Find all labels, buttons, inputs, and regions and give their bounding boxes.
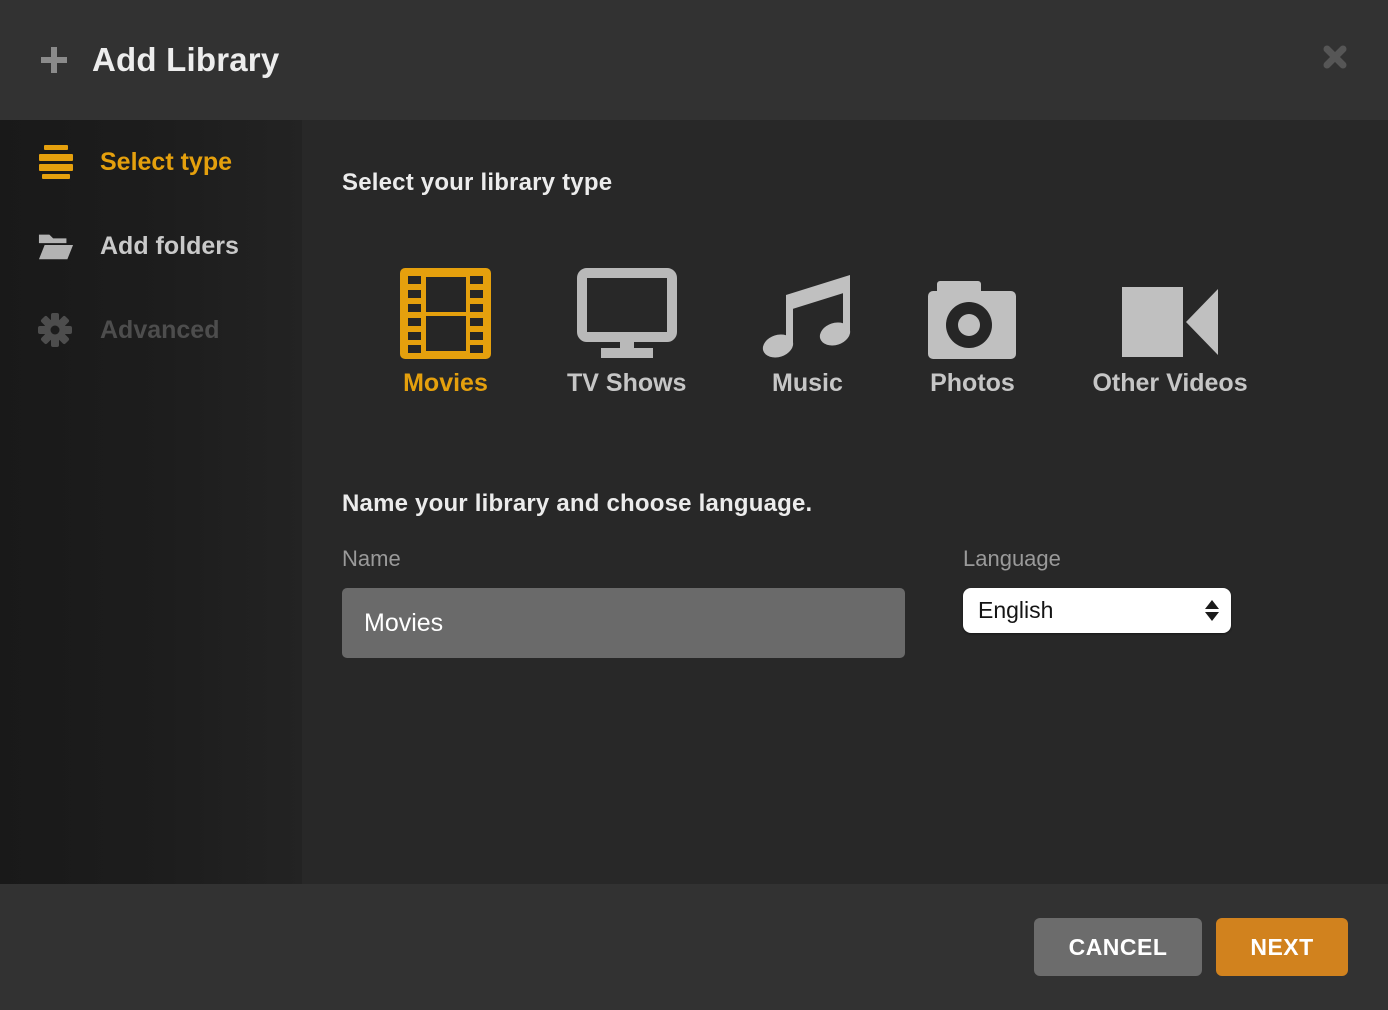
music-note-icon — [762, 267, 852, 359]
plus-icon — [38, 44, 70, 76]
gear-icon — [38, 313, 74, 347]
dialog-title: Add Library — [92, 41, 279, 79]
wizard-steps-sidebar: Select type Add folders — [0, 120, 302, 884]
tv-icon — [577, 267, 677, 359]
add-library-dialog: Add Library Select type — [0, 0, 1388, 1010]
next-button[interactable]: NEXT — [1216, 918, 1348, 976]
type-option-label: Music — [772, 369, 843, 398]
language-field-label: Language — [963, 546, 1231, 572]
video-camera-icon — [1122, 267, 1218, 359]
close-button[interactable] — [1318, 40, 1352, 74]
dialog-header: Add Library — [0, 0, 1388, 120]
sidebar-item-select-type[interactable]: Select type — [0, 120, 302, 204]
dialog-footer: CANCEL NEXT — [0, 884, 1388, 1010]
name-field-label: Name — [342, 546, 905, 572]
library-name-input[interactable] — [342, 588, 905, 658]
language-selected-value: English — [978, 597, 1205, 624]
library-type-picker: Movies TV Shows — [362, 267, 1388, 398]
close-icon — [1320, 42, 1350, 72]
type-option-movies[interactable]: Movies — [362, 267, 529, 398]
type-option-photos[interactable]: Photos — [890, 267, 1054, 398]
cancel-button[interactable]: CANCEL — [1034, 918, 1202, 976]
sidebar-item-label: Advanced — [100, 316, 219, 345]
type-option-label: Photos — [930, 369, 1015, 398]
type-option-label: TV Shows — [567, 369, 686, 398]
sidebar-item-advanced[interactable]: Advanced — [0, 288, 302, 372]
language-select[interactable]: English — [963, 588, 1231, 633]
film-strip-icon — [400, 267, 491, 359]
sidebar-item-label: Add folders — [100, 232, 239, 261]
lines-icon — [38, 145, 74, 179]
type-option-music[interactable]: Music — [724, 267, 890, 398]
name-language-heading: Name your library and choose language. — [342, 490, 1388, 518]
sidebar-item-label: Select type — [100, 148, 232, 177]
type-option-label: Other Videos — [1092, 369, 1247, 398]
select-stepper-icon — [1205, 600, 1219, 621]
camera-icon — [928, 267, 1016, 359]
type-option-other-videos[interactable]: Other Videos — [1054, 267, 1285, 398]
type-option-label: Movies — [403, 369, 488, 398]
dialog-body: Select your library type — [302, 120, 1388, 884]
sidebar-item-add-folders[interactable]: Add folders — [0, 204, 302, 288]
name-language-fields: Name Language English — [342, 546, 1388, 658]
type-option-tv-shows[interactable]: TV Shows — [529, 267, 724, 398]
library-type-heading: Select your library type — [342, 169, 1388, 197]
open-folder-icon — [38, 231, 74, 261]
